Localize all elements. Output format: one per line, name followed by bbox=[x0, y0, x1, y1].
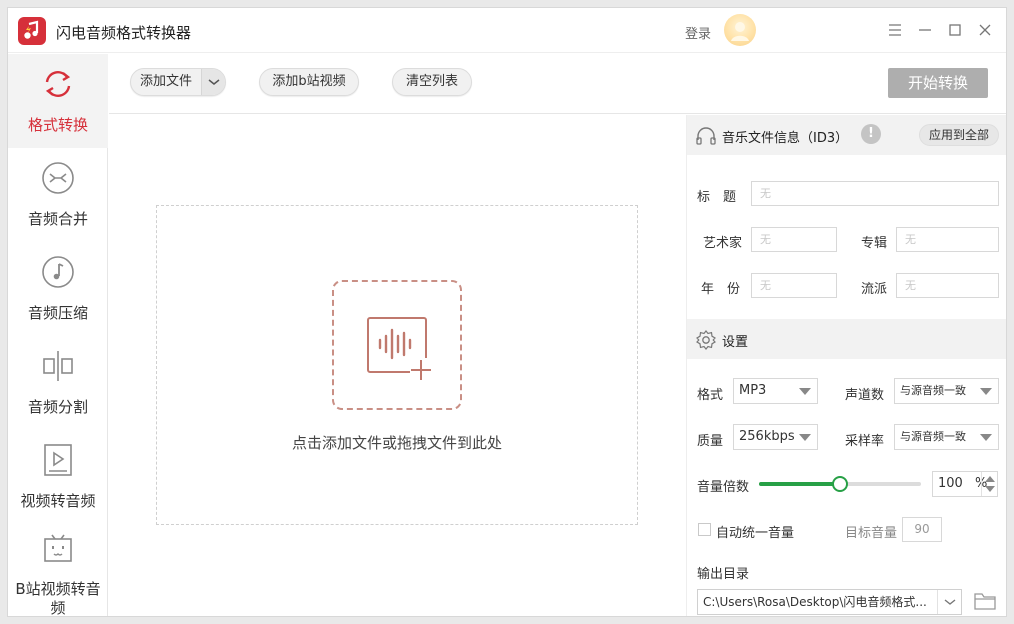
merge-icon bbox=[40, 160, 76, 196]
sidebar-item-label: B站视频转音频 bbox=[15, 580, 101, 617]
target-volume-field[interactable]: 90 bbox=[902, 517, 942, 542]
avatar[interactable] bbox=[724, 14, 756, 46]
close-icon[interactable] bbox=[975, 20, 995, 40]
artist-field-label: 艺术家 bbox=[703, 236, 743, 251]
add-bilibili-video-button[interactable]: 添加b站视频 bbox=[259, 68, 359, 96]
settings-panel: 音乐文件信息（ID3） ! 应用到全部 标 题 无 艺术家 无 专辑 无 年 份… bbox=[686, 115, 1006, 616]
add-audio-icon bbox=[332, 280, 462, 410]
format-select[interactable]: MP3 bbox=[733, 378, 818, 404]
stepper-down-icon[interactable] bbox=[985, 486, 995, 492]
maximize-icon[interactable] bbox=[945, 20, 965, 40]
login-link[interactable]: 登录 bbox=[685, 23, 711, 42]
volume-slider-fill bbox=[759, 482, 840, 486]
title-field-label: 标 题 bbox=[697, 190, 737, 205]
sidebar-item-label: 音频合并 bbox=[27, 210, 88, 228]
video-play-icon bbox=[40, 442, 76, 478]
start-convert-button[interactable]: 开始转换 bbox=[888, 68, 988, 98]
sidebar-item-video-to-audio[interactable]: 视频转音频 bbox=[8, 430, 108, 524]
add-file-dropdown[interactable] bbox=[201, 69, 225, 95]
album-field-label: 专辑 bbox=[861, 236, 888, 251]
apply-to-all-button[interactable]: 应用到全部 bbox=[919, 124, 999, 146]
volume-label: 音量倍数 bbox=[697, 480, 750, 495]
samplerate-label: 采样率 bbox=[845, 434, 885, 449]
genre-field-label: 流派 bbox=[861, 282, 888, 297]
volume-value: 100 bbox=[938, 476, 963, 491]
file-list-area: 点击添加文件或拖拽文件到此处 bbox=[109, 115, 686, 616]
auto-volume-label: 自动统一音量 bbox=[716, 526, 795, 541]
clear-list-button[interactable]: 清空列表 bbox=[392, 68, 472, 96]
quality-select[interactable]: 256kbps bbox=[733, 424, 818, 450]
sidebar-item-label: 音频分割 bbox=[27, 398, 88, 416]
channels-select[interactable]: 与源音频一致 bbox=[894, 378, 999, 404]
sidebar-item-label: 格式转换 bbox=[27, 116, 88, 134]
year-field-label: 年 份 bbox=[701, 282, 741, 297]
add-file-button[interactable]: 添加文件 bbox=[130, 68, 226, 96]
chevron-down-icon bbox=[799, 434, 811, 441]
volume-stepper[interactable]: 100 % bbox=[932, 471, 998, 497]
sidebar-item-audio-split[interactable]: 音频分割 bbox=[8, 336, 108, 430]
target-volume-label: 目标音量 bbox=[845, 526, 898, 541]
volume-slider[interactable] bbox=[759, 476, 921, 492]
minimize-icon[interactable] bbox=[915, 20, 935, 40]
quality-value: 256kbps bbox=[739, 429, 795, 444]
settings-section-header: 设置 bbox=[687, 319, 1006, 359]
settings-section-title: 设置 bbox=[722, 335, 749, 350]
drop-hint-text: 点击添加文件或拖拽文件到此处 bbox=[291, 434, 502, 452]
chevron-down-icon bbox=[980, 434, 992, 441]
year-field[interactable]: 无 bbox=[751, 273, 837, 298]
sidebar-item-label: 视频转音频 bbox=[20, 492, 96, 510]
headphones-icon bbox=[695, 125, 717, 147]
sidebar-item-audio-merge[interactable]: 音频合并 bbox=[8, 148, 108, 242]
drop-zone[interactable]: 点击添加文件或拖拽文件到此处 bbox=[156, 205, 638, 525]
format-value: MP3 bbox=[739, 383, 767, 398]
chevron-down-icon bbox=[208, 79, 220, 85]
menu-icon[interactable] bbox=[885, 20, 905, 40]
stepper-up-icon[interactable] bbox=[985, 476, 995, 482]
folder-icon[interactable] bbox=[974, 591, 996, 611]
output-dir-label: 输出目录 bbox=[697, 567, 750, 582]
title-bar: 闪电音频格式转换器 登录 bbox=[8, 8, 1006, 53]
sidebar-item-format-convert[interactable]: 格式转换 bbox=[8, 54, 108, 148]
sidebar-item-audio-compress[interactable]: 音频压缩 bbox=[8, 242, 108, 336]
info-icon[interactable]: ! bbox=[861, 124, 881, 144]
output-path-select[interactable]: C:\Users\Rosa\Desktop\闪电音频格式... bbox=[697, 589, 962, 615]
sidebar-item-bilibili-to-audio[interactable]: B站视频转音频 bbox=[8, 524, 108, 617]
add-file-label: 添加文件 bbox=[139, 74, 192, 89]
chevron-down-icon[interactable] bbox=[937, 590, 961, 614]
genre-field[interactable]: 无 bbox=[896, 273, 999, 298]
sidebar-item-label: 音频压缩 bbox=[27, 304, 88, 322]
channels-value: 与源音频一致 bbox=[900, 384, 966, 397]
toolbar: 添加文件 添加b站视频 清空列表 开始转换 bbox=[109, 54, 1006, 114]
volume-slider-thumb[interactable] bbox=[832, 476, 848, 492]
samplerate-select[interactable]: 与源音频一致 bbox=[894, 424, 999, 450]
music-note-icon bbox=[40, 254, 76, 290]
bilibili-tv-icon bbox=[40, 530, 76, 566]
sidebar: 格式转换 音频合并 音频压缩 音频分割 视频转音频 B站视频转音频 bbox=[8, 54, 108, 617]
title-field[interactable]: 无 bbox=[751, 181, 999, 206]
app-title: 闪电音频格式转换器 bbox=[56, 24, 192, 42]
id3-section-title: 音乐文件信息（ID3） bbox=[722, 131, 849, 146]
samplerate-value: 与源音频一致 bbox=[900, 430, 966, 443]
app-window: 闪电音频格式转换器 登录 格式转换 音频合并 音频压缩 音频分割 视频转音频 B… bbox=[7, 7, 1007, 617]
gear-icon bbox=[695, 329, 717, 351]
quality-label: 质量 bbox=[697, 434, 724, 449]
auto-volume-checkbox[interactable] bbox=[698, 523, 711, 536]
album-field[interactable]: 无 bbox=[896, 227, 999, 252]
artist-field[interactable]: 无 bbox=[751, 227, 837, 252]
output-path-value: C:\Users\Rosa\Desktop\闪电音频格式... bbox=[703, 595, 927, 609]
convert-cycle-icon bbox=[40, 66, 76, 102]
app-logo-icon bbox=[18, 17, 46, 45]
chevron-down-icon bbox=[799, 388, 811, 395]
split-icon bbox=[40, 348, 76, 384]
chevron-down-icon bbox=[980, 388, 992, 395]
stepper-arrows[interactable] bbox=[981, 472, 997, 496]
format-label: 格式 bbox=[697, 388, 724, 403]
channels-label: 声道数 bbox=[845, 388, 885, 403]
id3-section-header: 音乐文件信息（ID3） ! 应用到全部 bbox=[687, 115, 1006, 155]
